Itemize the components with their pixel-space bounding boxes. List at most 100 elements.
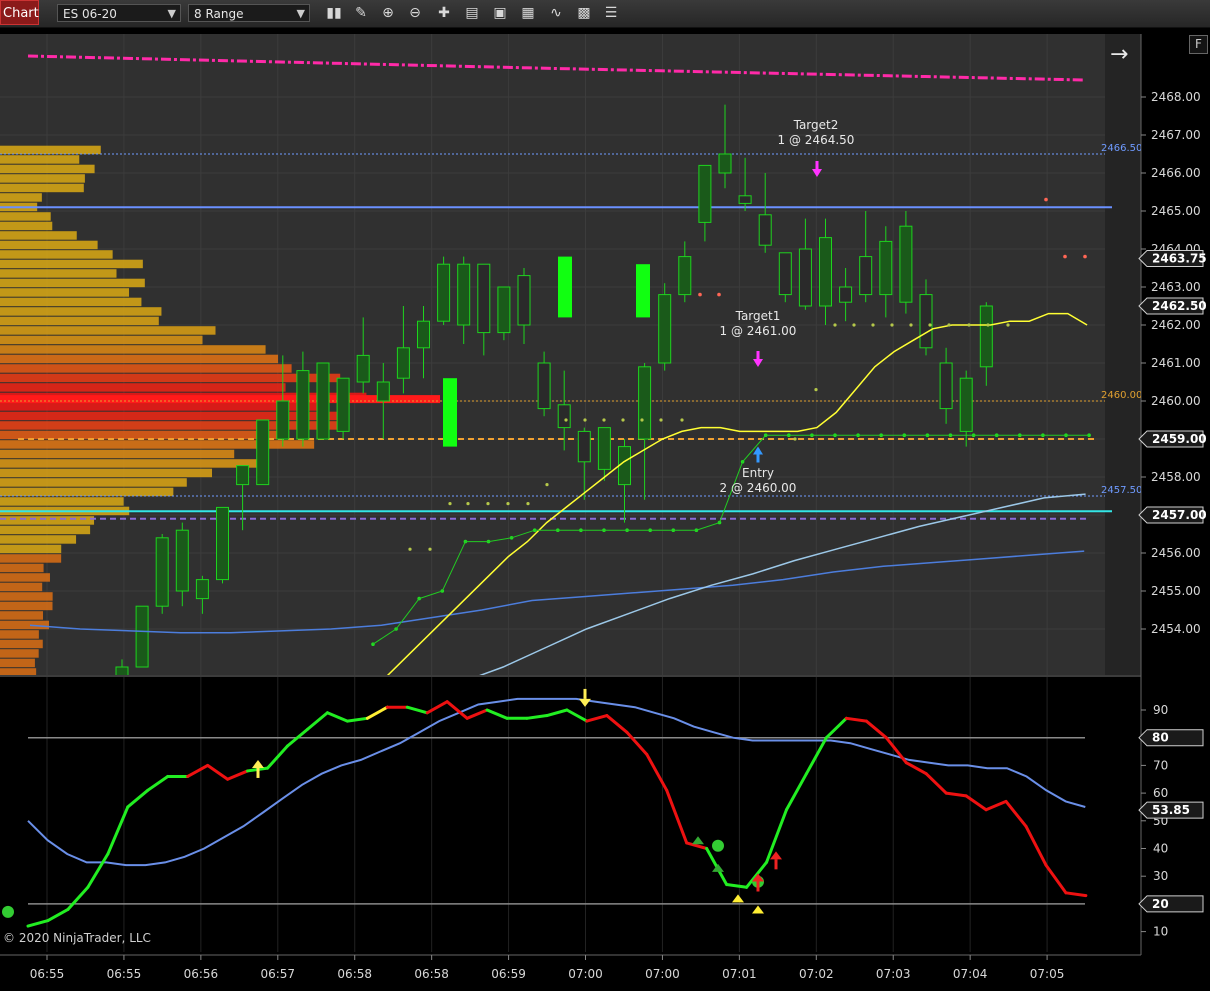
signal-bar [558,256,572,318]
candle-body [979,305,993,368]
profile-bar [0,316,159,326]
candle-body [819,237,832,307]
candle-body [618,446,631,486]
profile-bar [0,516,95,525]
signal-dot [909,323,913,327]
f-button[interactable]: F [1189,35,1208,54]
profile-bar [0,525,91,535]
candle-body [557,404,571,429]
profile-bar [0,601,53,611]
candle-body [216,506,229,581]
time-tick-label: 07:02 [799,967,834,981]
poc-bar [0,395,440,404]
profile-bar [0,373,341,383]
time-tick-label: 07:00 [645,967,680,981]
signal-dot [852,323,856,327]
profile-bar [0,592,53,601]
profile-bar [0,487,174,497]
price-tick-label: 2455.00 [1151,584,1201,598]
candle-body [899,225,913,303]
ind-tick-label: 90 [1153,703,1168,717]
price-tag-label: 2457.00 [1152,508,1207,522]
candle-body [155,537,169,607]
time-tick-label: 07:04 [953,967,988,981]
profile-bar [0,278,145,288]
candle-body [919,294,933,349]
profile-bar [0,231,77,240]
time-tick-label: 07:05 [1030,967,1065,981]
copyright-text: © 2020 NinjaTrader, LLC [3,931,151,945]
profile-bar [0,155,80,164]
profile-bar [0,240,98,250]
price-tag-label: 2459.00 [1152,432,1207,446]
ind-tag-label: 80 [1152,731,1169,745]
candle-body [658,294,672,364]
candle-body [537,362,551,410]
candle-body [256,419,270,486]
profile-bar [0,307,162,316]
candle-body [437,263,451,322]
right-margin [1105,34,1141,675]
time-tick-label: 06:58 [337,967,372,981]
ind-tick-label: 60 [1153,786,1168,800]
profile-bar [0,630,39,639]
candle-body [798,248,812,307]
profile-bar [0,174,85,183]
signal-dot [506,502,510,506]
candle-body [517,275,531,326]
signal-dot [928,323,932,327]
candle-body [336,377,350,432]
signal-dot [717,292,721,297]
arrow-right-icon[interactable]: → [1110,42,1128,67]
annotation-detail: 1 @ 2464.50 [778,133,855,147]
signal-dot [833,323,837,327]
signal-circle [2,905,14,918]
time-tick-label: 06:56 [184,967,219,981]
profile-bar [0,145,101,155]
profile-bar [0,326,216,335]
price-tick-label: 2461.00 [1151,356,1201,370]
signal-dot [871,323,875,327]
profile-bar [0,250,113,259]
signal-dot [583,418,587,422]
signal-dot [947,323,951,327]
price-tick-label: 2465.00 [1151,204,1201,218]
candle-body [698,164,712,223]
profile-bar [0,411,347,421]
time-tick-label: 06:59 [491,967,526,981]
price-tick-label: 2467.00 [1151,128,1201,142]
profile-bar [0,573,50,582]
price-tick-label: 2466.00 [1151,166,1201,180]
candle-body [175,529,189,592]
profile-bar [0,183,84,193]
profile-bar [0,497,124,506]
time-tick-label: 06:55 [107,967,142,981]
chart-canvas[interactable]: 2466.50 2460.00 2457.50 2468.00 2467.00 2466… [0,0,1210,991]
candle-body [296,370,310,440]
signal-dot [428,547,432,551]
annotation-label: Entry [742,466,774,480]
profile-bar [0,611,43,620]
price-tick-label: 2456.00 [1151,546,1201,560]
candle-body [276,400,290,440]
signal-dot [1083,254,1087,259]
price-tick-label: 2463.00 [1151,280,1201,294]
annotation-label: Target1 [735,309,781,323]
price-tick-label: 2458.00 [1151,470,1201,484]
candle-body [959,377,973,432]
candle-body [376,381,390,402]
signal-dot [967,323,971,327]
price-tick-label: 2454.00 [1151,622,1201,636]
time-tick-label: 06:57 [260,967,295,981]
candle-body [638,366,652,440]
candle-body [738,195,752,204]
signal-dot [545,483,549,487]
signal-dot [466,502,470,506]
annotation-label: Target2 [793,118,839,132]
candle-body [678,256,692,296]
signal-dot [1006,323,1010,327]
candle-body [457,263,471,326]
profile-bar [0,259,143,269]
signal-dot [486,502,490,506]
profile-bar [0,582,43,592]
